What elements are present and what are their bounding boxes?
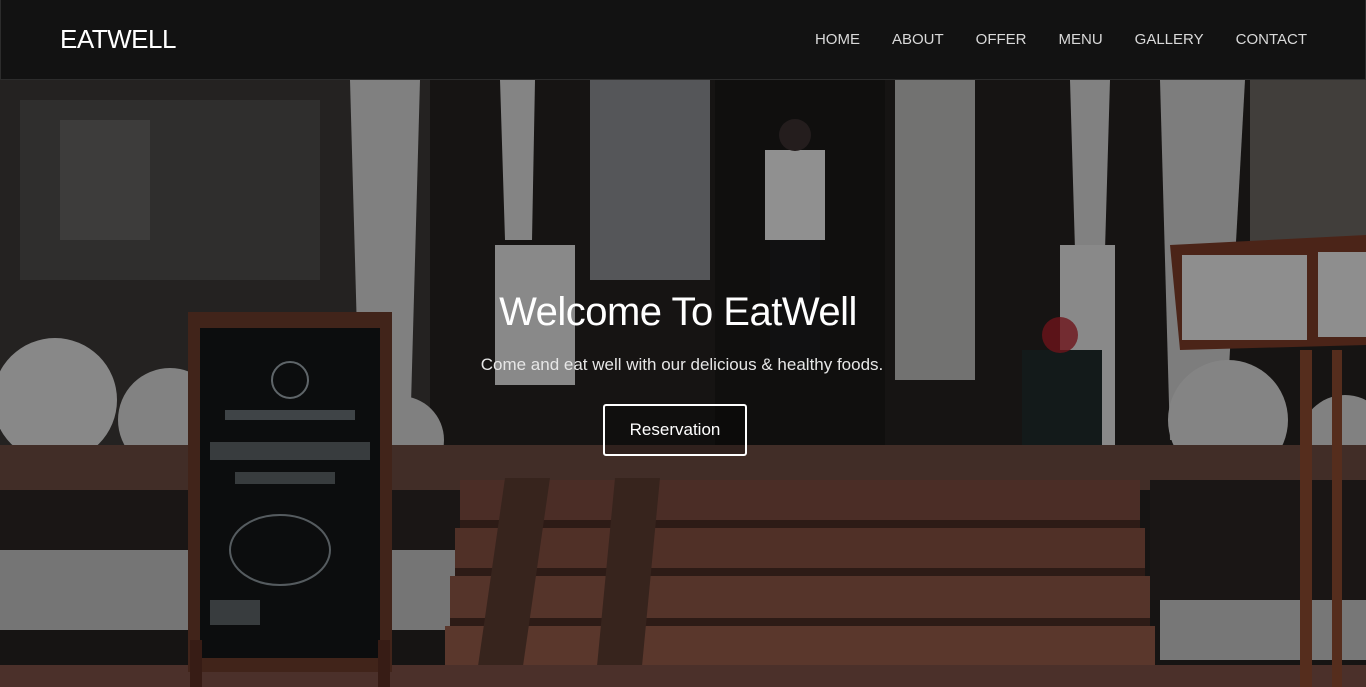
navbar: EATWELL HOME ABOUT OFFER MENU GALLERY CO… xyxy=(0,0,1366,80)
nav-menu[interactable]: MENU xyxy=(1043,31,1119,48)
nav-contact[interactable]: CONTACT xyxy=(1220,31,1307,48)
hero-title: Welcome To EatWell xyxy=(499,290,857,334)
hero-subtitle: Come and eat well with our delicious & h… xyxy=(480,355,884,374)
nav-menu: HOME ABOUT OFFER MENU GALLERY CONTACT xyxy=(799,31,1307,48)
nav-gallery[interactable]: GALLERY xyxy=(1119,31,1220,48)
hero-section: Welcome To EatWell Come and eat well wit… xyxy=(0,80,1366,687)
reservation-button[interactable]: Reservation xyxy=(603,404,747,456)
hero-content: Welcome To EatWell Come and eat well wit… xyxy=(0,290,1366,456)
brand-logo[interactable]: EATWELL xyxy=(60,24,176,55)
nav-about[interactable]: ABOUT xyxy=(876,31,960,48)
nav-offer[interactable]: OFFER xyxy=(960,31,1043,48)
nav-home[interactable]: HOME xyxy=(799,31,876,48)
